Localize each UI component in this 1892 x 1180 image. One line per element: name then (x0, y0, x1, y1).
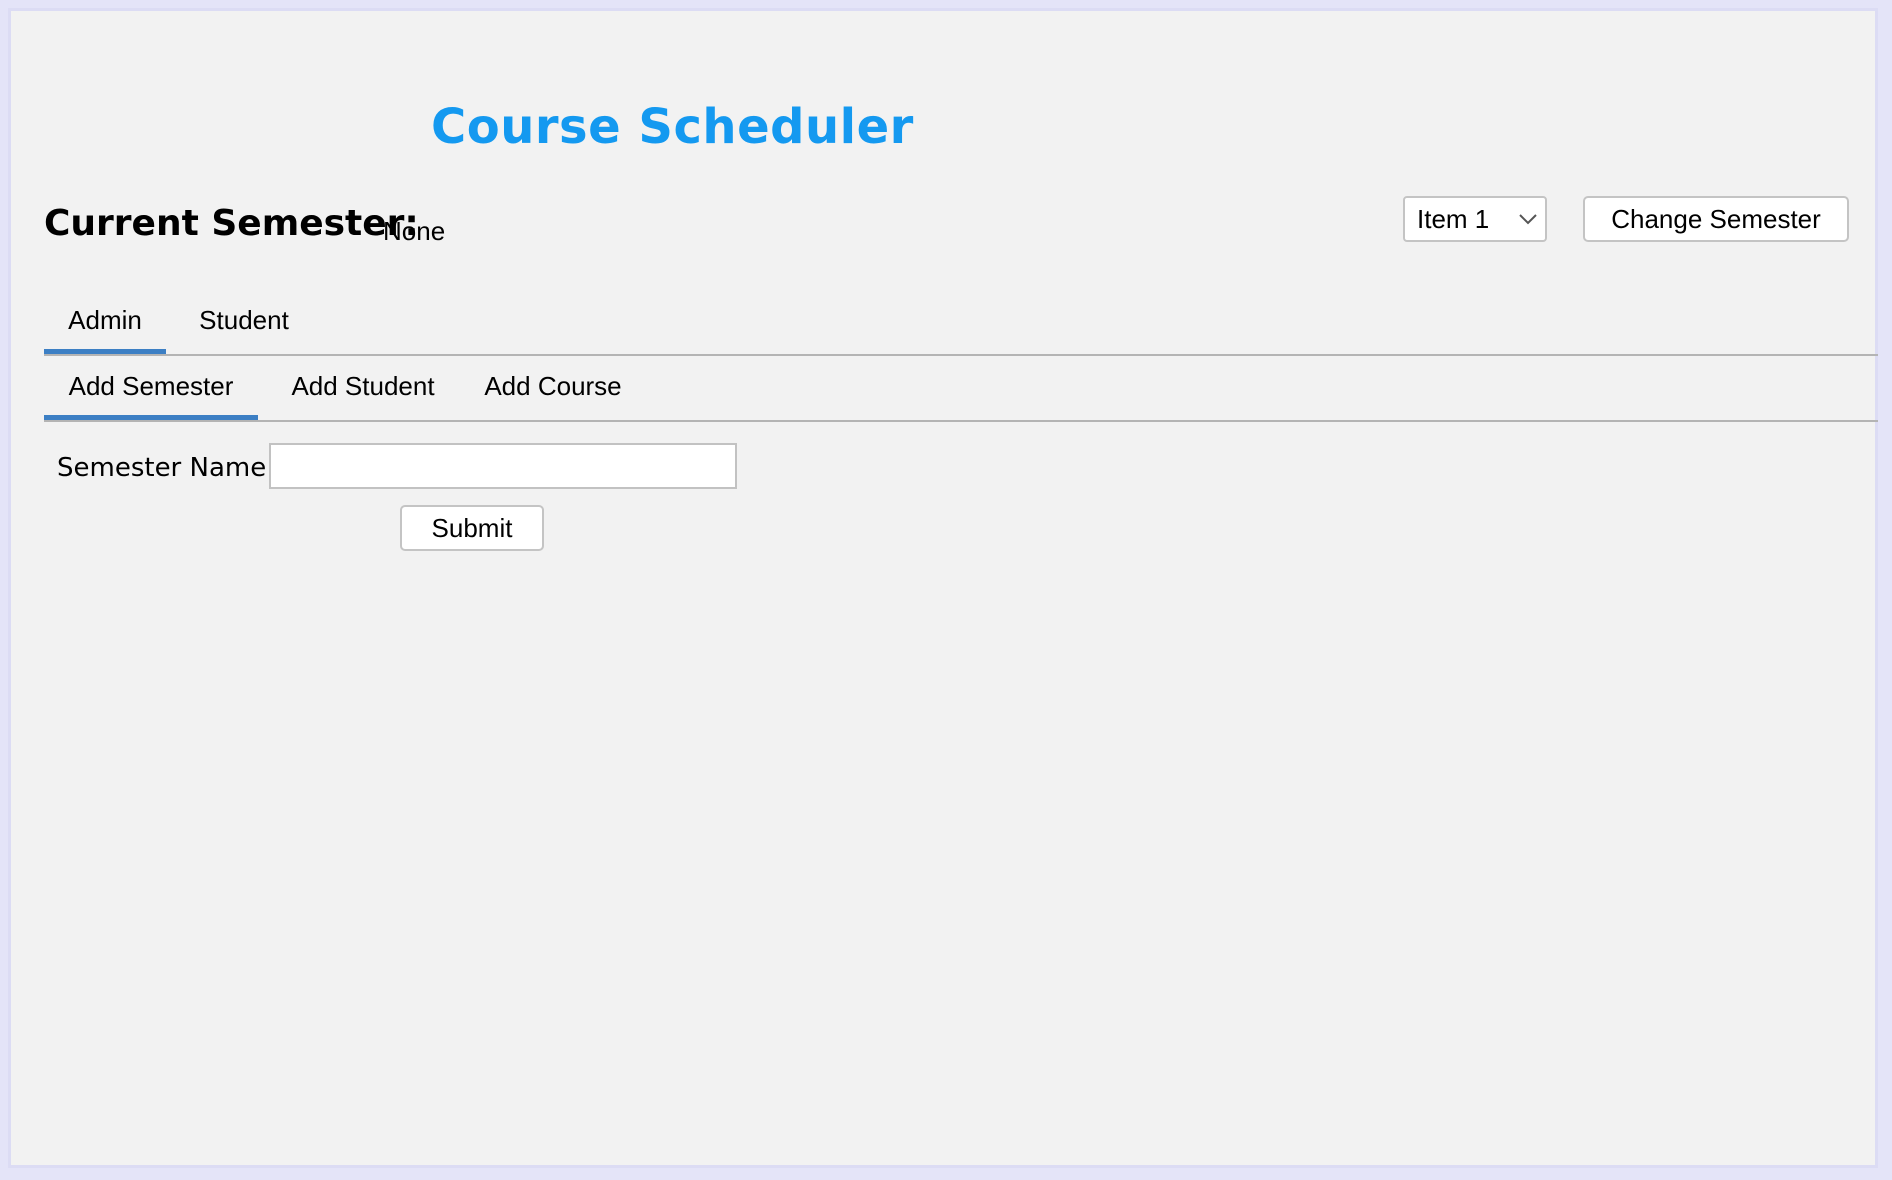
semester-name-label: Semester Name: (57, 453, 275, 483)
semester-name-input[interactable] (269, 443, 737, 489)
change-semester-button[interactable]: Change Semester (1583, 196, 1849, 242)
tab-admin[interactable]: Admin (44, 299, 166, 354)
tab-add-course[interactable]: Add Course (468, 365, 638, 420)
app-title: Course Scheduler (431, 99, 914, 155)
app-window: Course Scheduler Current Semester: None … (8, 8, 1878, 1168)
chevron-down-icon (1511, 197, 1545, 241)
admin-tabbar-divider (44, 420, 1878, 422)
submit-button[interactable]: Submit (400, 505, 544, 551)
current-semester-label: Current Semester: (44, 203, 419, 244)
tab-student[interactable]: Student (181, 299, 307, 354)
current-semester-value: None (383, 216, 446, 246)
semester-select-value: Item 1 (1417, 203, 1490, 234)
semester-select[interactable]: Item 1 (1403, 196, 1547, 242)
tab-add-semester[interactable]: Add Semester (44, 365, 258, 420)
main-tabbar-divider (44, 354, 1878, 356)
tab-add-student[interactable]: Add Student (273, 365, 453, 420)
